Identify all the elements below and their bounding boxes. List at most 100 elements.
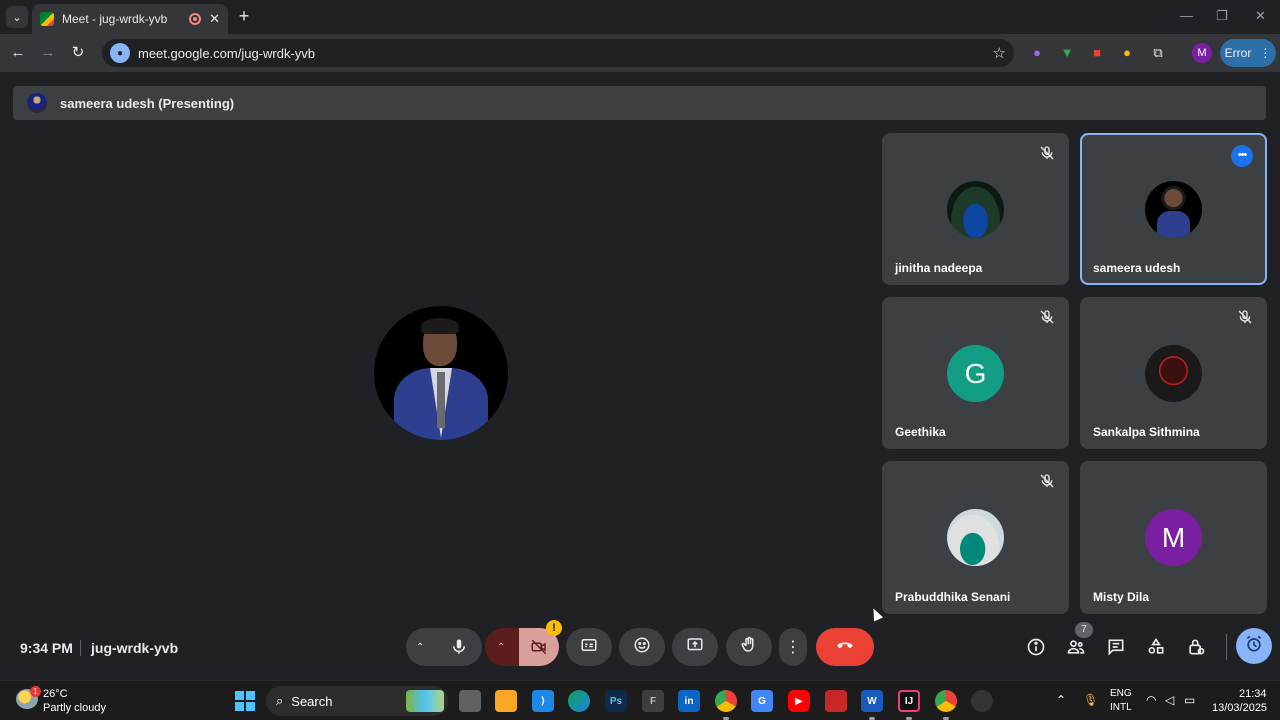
reactions-button[interactable] — [619, 628, 665, 666]
windows-start-icon[interactable] — [235, 691, 255, 711]
extension-brain-icon[interactable]: ● — [1027, 43, 1047, 63]
youtube-icon[interactable]: ▶ — [788, 690, 810, 712]
participant-tile[interactable]: Prabuddhika Senani — [882, 461, 1069, 614]
tray-microphone-icon[interactable]: 🎙 — [1083, 693, 1098, 707]
app-f-icon[interactable]: F — [642, 690, 664, 712]
tab-strip: ⌄ Meet - jug-wrdk-yvb ✕ + — ❐ ✕ — [0, 0, 1280, 34]
app-pattern-icon[interactable] — [825, 690, 847, 712]
meeting-time: 9:34 PM — [20, 640, 73, 656]
participant-count-badge: 7 — [1075, 622, 1093, 638]
meeting-info-icon[interactable] — [1025, 636, 1047, 658]
wifi-icon[interactable]: ◠ — [1146, 693, 1156, 707]
extensions-puzzle-icon[interactable]: ⧉ — [1148, 43, 1168, 63]
weather-description[interactable]: Partly cloudy — [43, 702, 106, 714]
people-icon[interactable] — [1065, 636, 1087, 658]
chat-icon[interactable] — [1105, 636, 1127, 658]
mic-control: ⌃ — [406, 628, 482, 666]
present-button[interactable] — [672, 628, 718, 666]
bookmark-star-icon[interactable]: ☆ — [993, 44, 1006, 62]
participant-avatar — [947, 181, 1004, 238]
mic-options-chevron-icon[interactable]: ⌃ — [416, 642, 424, 653]
tab-search-button[interactable]: ⌄ — [6, 6, 28, 28]
divider — [80, 640, 81, 656]
presenter-main-avatar — [374, 306, 508, 440]
url-text: meet.google.com/jug-wrdk-yvb — [138, 45, 316, 61]
task-view-icon[interactable] — [459, 690, 481, 712]
raise-hand-button[interactable] — [726, 628, 772, 666]
app-gauge-icon[interactable] — [971, 690, 993, 712]
present-screen-icon — [686, 636, 704, 659]
more-options-button[interactable]: ⋮ — [779, 628, 807, 666]
file-explorer-icon[interactable] — [495, 690, 517, 712]
mic-off-icon — [1039, 145, 1055, 161]
clock-date[interactable]: 13/03/2025 — [1212, 702, 1267, 714]
participant-tile[interactable]: Sankalpa Sithmina — [1080, 297, 1267, 449]
language-line1[interactable]: ENG — [1110, 688, 1132, 699]
more-options-icon[interactable]: ••• — [1231, 145, 1253, 167]
linkedin-icon[interactable]: in — [678, 690, 700, 712]
presenting-bar: sameera udesh (Presenting) — [13, 86, 1266, 120]
tab-close-icon[interactable]: ✕ — [209, 11, 220, 27]
extension-download-icon[interactable]: ▼ — [1057, 43, 1077, 63]
emoji-icon — [633, 636, 651, 659]
reload-icon[interactable]: ↻ — [68, 43, 88, 63]
activities-icon[interactable] — [1145, 636, 1167, 658]
mic-off-icon — [1039, 309, 1055, 325]
browser-tab[interactable]: Meet - jug-wrdk-yvb ✕ — [32, 4, 228, 34]
extension-red-icon[interactable]: ■ — [1087, 43, 1107, 63]
close-window-icon[interactable]: ✕ — [1255, 8, 1266, 24]
participant-tile[interactable]: jinitha nadeepa — [882, 133, 1069, 285]
google-translate-icon[interactable]: G — [751, 690, 773, 712]
new-tab-button[interactable]: + — [234, 6, 254, 26]
language-line2[interactable]: INTL — [1110, 702, 1132, 713]
meeting-code: jug-wrdk-yvb — [91, 640, 179, 656]
volume-icon[interactable]: ◁ — [1165, 693, 1174, 707]
camera-options-chevron-icon[interactable]: ⌃ — [497, 642, 505, 653]
participant-tile-active[interactable]: ••• sameera udesh — [1080, 133, 1267, 285]
more-vert-icon: ⋮ — [1259, 46, 1272, 60]
participant-tile[interactable]: G Geethika — [882, 297, 1069, 449]
presenting-text: sameera udesh (Presenting) — [60, 95, 235, 111]
meet-stage: sameera udesh (Presenting) jinitha nadee… — [0, 72, 1280, 680]
search-label: Search — [291, 693, 333, 709]
participant-letter-avatar: G — [947, 345, 1004, 402]
participant-avatar — [1145, 181, 1202, 238]
battery-icon[interactable]: ▭ — [1184, 693, 1195, 707]
participant-name: Geethika — [895, 425, 946, 439]
leave-call-button[interactable] — [816, 628, 874, 666]
error-button[interactable]: Error ⋮ — [1220, 39, 1276, 67]
captions-button[interactable] — [566, 628, 612, 666]
tray-overflow-icon[interactable]: ⌃ — [1056, 693, 1066, 707]
camera-warning-badge: ! — [546, 620, 562, 636]
profile-avatar[interactable]: M — [1192, 43, 1212, 63]
clock-time[interactable]: 21:34 — [1239, 688, 1267, 700]
participant-tile[interactable]: M Misty Dila — [1080, 461, 1267, 614]
more-vert-icon: ⋮ — [785, 639, 801, 656]
word-icon[interactable]: W — [861, 690, 883, 712]
participant-avatar — [947, 509, 1004, 566]
chrome-profile-icon[interactable] — [935, 690, 957, 712]
meeting-controls: 9:34 PM jug-wrdk-yvb ⌃ ⌃ ! ⋮ 7 — [0, 620, 1280, 680]
edge-icon[interactable] — [568, 690, 590, 712]
windows-taskbar: 1 26°C Partly cloudy ⌕ Search ⟩ Ps F in … — [0, 680, 1280, 720]
back-icon[interactable]: ← — [8, 43, 28, 63]
temperature[interactable]: 26°C — [43, 688, 68, 700]
restore-icon[interactable]: ❐ — [1216, 8, 1228, 24]
taskbar-search[interactable]: ⌕ Search — [266, 686, 448, 716]
participant-name: Prabuddhika Senani — [895, 590, 1011, 604]
forward-icon[interactable]: → — [38, 43, 58, 63]
intellij-icon[interactable]: IJ — [898, 690, 920, 712]
search-icon: ⌕ — [276, 693, 284, 708]
host-controls-lock-icon[interactable] — [1185, 636, 1207, 658]
vscode-icon[interactable]: ⟩ — [532, 690, 554, 712]
minimize-icon[interactable]: — — [1180, 8, 1193, 23]
extension-yellow-icon[interactable]: ● — [1117, 43, 1137, 63]
tab-title: Meet - jug-wrdk-yvb — [62, 12, 168, 26]
chevron-down-icon: ⌄ — [12, 11, 22, 24]
photoshop-icon[interactable]: Ps — [605, 690, 627, 712]
hand-icon — [740, 636, 758, 659]
chrome-icon[interactable] — [715, 690, 737, 712]
microphone-icon[interactable] — [450, 638, 468, 661]
address-bar[interactable]: ● meet.google.com/jug-wrdk-yvb ☆ — [102, 39, 1014, 67]
timer-button[interactable] — [1236, 628, 1272, 664]
